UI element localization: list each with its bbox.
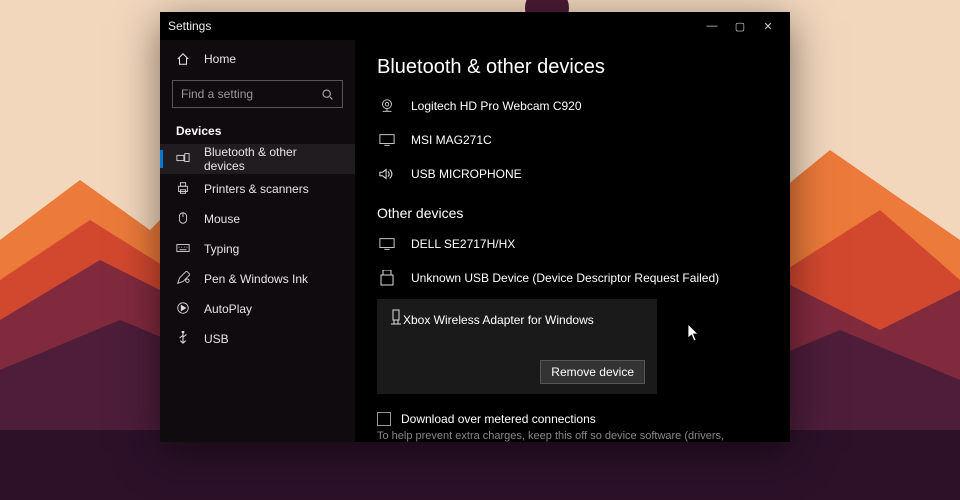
device-label: Logitech HD Pro Webcam C920 xyxy=(411,99,582,113)
device-row[interactable]: Logitech HD Pro Webcam C920 xyxy=(377,89,768,123)
sidebar: Home Find a setting Devices Bluetooth & … xyxy=(160,40,355,442)
selected-device-label: Xbox Wireless Adapter for Windows xyxy=(403,313,594,327)
page-title: Bluetooth & other devices xyxy=(377,56,768,79)
home-label: Home xyxy=(204,52,236,66)
device-label: Unknown USB Device (Device Descriptor Re… xyxy=(411,271,719,285)
sidebar-item-usb[interactable]: USB xyxy=(160,324,355,354)
search-input[interactable]: Find a setting xyxy=(172,80,343,108)
printer-icon xyxy=(176,181,190,198)
sidebar-item-label: AutoPlay xyxy=(204,302,252,316)
search-placeholder: Find a setting xyxy=(181,87,321,101)
metered-description: To help prevent extra charges, keep this… xyxy=(377,430,768,442)
checkbox-icon[interactable] xyxy=(377,412,391,426)
search-icon xyxy=(321,88,334,101)
remove-device-button[interactable]: Remove device xyxy=(540,360,645,384)
sidebar-item-label: Typing xyxy=(204,242,239,256)
device-label: DELL SE2717H/HX xyxy=(411,237,515,251)
device-row[interactable]: USB MICROPHONE xyxy=(377,157,768,191)
main-panel: Bluetooth & other devices Logitech HD Pr… xyxy=(355,40,790,442)
audio-icon xyxy=(377,167,397,181)
typing-icon xyxy=(176,241,190,258)
sidebar-item-typing[interactable]: Typing xyxy=(160,234,355,264)
close-button[interactable]: ✕ xyxy=(754,20,782,33)
titlebar: Settings — ▢ ✕ xyxy=(160,12,790,40)
minimize-button[interactable]: — xyxy=(698,20,726,32)
monitor-icon xyxy=(377,237,397,251)
selected-device-card[interactable]: Xbox Wireless Adapter for Windows Remove… xyxy=(377,299,657,394)
sidebar-item-pen-windows-ink[interactable]: Pen & Windows Ink xyxy=(160,264,355,294)
monitor-icon xyxy=(377,133,397,147)
device-label: MSI MAG271C xyxy=(411,133,492,147)
webcam-icon xyxy=(377,98,397,114)
device-row[interactable]: Unknown USB Device (Device Descriptor Re… xyxy=(377,261,768,295)
adapter-icon xyxy=(389,309,403,330)
usb-icon xyxy=(176,331,190,348)
autoplay-icon xyxy=(176,301,190,318)
bluetooth-devices-icon xyxy=(176,151,190,168)
device-row[interactable]: MSI MAG271C xyxy=(377,123,768,157)
sidebar-item-label: Printers & scanners xyxy=(204,182,309,196)
sidebar-item-bluetooth-other-devices[interactable]: Bluetooth & other devices xyxy=(160,144,355,174)
sidebar-item-label: Mouse xyxy=(204,212,240,226)
pen-icon xyxy=(176,271,190,288)
maximize-button[interactable]: ▢ xyxy=(726,20,754,33)
device-row[interactable]: DELL SE2717H/HX xyxy=(377,227,768,261)
sidebar-item-autoplay[interactable]: AutoPlay xyxy=(160,294,355,324)
sidebar-item-mouse[interactable]: Mouse xyxy=(160,204,355,234)
category-header: Devices xyxy=(160,116,355,144)
sidebar-item-label: USB xyxy=(204,332,229,346)
window-title: Settings xyxy=(168,19,698,33)
sidebar-item-label: Pen & Windows Ink xyxy=(204,272,308,286)
home-icon xyxy=(176,52,190,66)
metered-label: Download over metered connections xyxy=(401,412,596,426)
mouse-icon xyxy=(176,211,190,228)
sidebar-item-printers-scanners[interactable]: Printers & scanners xyxy=(160,174,355,204)
other-devices-heading: Other devices xyxy=(377,205,768,221)
sidebar-item-label: Bluetooth & other devices xyxy=(204,145,339,173)
unknown-device-icon xyxy=(377,270,397,286)
settings-window: Settings — ▢ ✕ Home Find a setting Devic… xyxy=(160,12,790,442)
mouse-cursor xyxy=(688,324,700,342)
metered-checkbox-row[interactable]: Download over metered connections xyxy=(377,412,768,426)
home-button[interactable]: Home xyxy=(160,44,355,74)
device-label: USB MICROPHONE xyxy=(411,167,522,181)
